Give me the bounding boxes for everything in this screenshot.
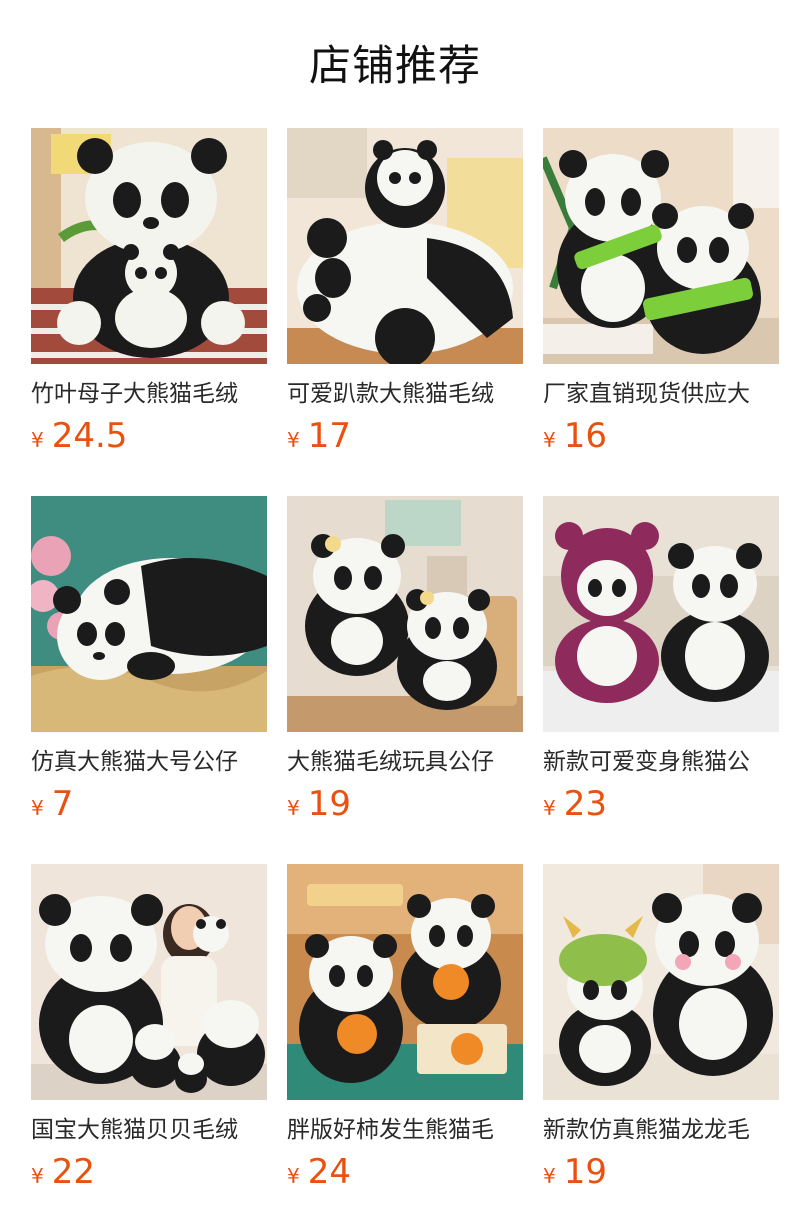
price-amount: 22 — [51, 1152, 95, 1192]
product-name[interactable]: 胖版好柿发生熊猫毛 — [287, 1112, 523, 1148]
product-image[interactable] — [543, 496, 779, 732]
product-image[interactable] — [287, 864, 523, 1100]
product-price: ¥7 — [31, 782, 73, 826]
price-amount: 19 — [563, 1152, 607, 1192]
product-price: ¥19 — [287, 782, 351, 826]
price-amount: 19 — [307, 784, 351, 824]
product-image[interactable] — [543, 128, 779, 364]
product-image[interactable] — [31, 128, 267, 364]
product-name[interactable]: 仿真大熊猫大号公仔 — [31, 744, 267, 780]
panda-in-bear-costume-and-panda-icon — [543, 496, 779, 732]
product-card[interactable]: 胖版好柿发生熊猫毛 ¥24 — [287, 864, 523, 1200]
product-name[interactable]: 竹叶母子大熊猫毛绒 — [31, 376, 267, 412]
product-price: ¥16 — [543, 414, 607, 458]
product-image[interactable] — [287, 496, 523, 732]
product-image[interactable] — [31, 496, 267, 732]
product-price: ¥23 — [543, 782, 607, 826]
price-amount: 24 — [307, 1152, 351, 1192]
product-price: ¥17 — [287, 414, 351, 458]
product-card[interactable]: 可爱趴款大熊猫毛绒 ¥17 — [287, 128, 523, 464]
price-amount: 24.5 — [51, 416, 128, 456]
product-name[interactable]: 国宝大熊猫贝贝毛绒 — [31, 1112, 267, 1148]
lying-panda-on-straw-icon — [31, 496, 267, 732]
product-name[interactable]: 新款仿真熊猫龙龙毛 — [543, 1112, 779, 1148]
price-amount: 16 — [563, 416, 607, 456]
product-image[interactable] — [31, 864, 267, 1100]
currency-symbol: ¥ — [31, 428, 44, 452]
panda-family-with-girl-icon — [31, 864, 267, 1100]
price-amount: 23 — [563, 784, 607, 824]
currency-symbol: ¥ — [287, 1164, 300, 1188]
product-image[interactable] — [287, 128, 523, 364]
currency-symbol: ¥ — [31, 796, 44, 820]
currency-symbol: ¥ — [287, 796, 300, 820]
panda-mother-and-cub-with-bamboo-icon — [31, 128, 267, 364]
product-card[interactable]: 国宝大熊猫贝贝毛绒 ¥22 — [31, 864, 267, 1200]
product-image[interactable] — [543, 864, 779, 1100]
currency-symbol: ¥ — [31, 1164, 44, 1188]
product-price: ¥19 — [543, 1150, 607, 1194]
currency-symbol: ¥ — [543, 1164, 556, 1188]
product-card[interactable]: 仿真大熊猫大号公仔 ¥7 — [31, 496, 267, 832]
product-card[interactable]: 厂家直销现货供应大 ¥16 — [543, 128, 779, 464]
price-amount: 7 — [51, 784, 74, 824]
product-price: ¥24.5 — [31, 414, 127, 458]
currency-symbol: ¥ — [543, 428, 556, 452]
product-price: ¥22 — [31, 1150, 95, 1194]
product-card[interactable]: 大熊猫毛绒玩具公仔 ¥19 — [287, 496, 523, 832]
two-pandas-holding-bamboo-icon — [543, 128, 779, 364]
lying-panda-with-cub-icon — [287, 128, 523, 364]
currency-symbol: ¥ — [543, 796, 556, 820]
product-card[interactable]: 新款仿真熊猫龙龙毛 ¥19 — [543, 864, 779, 1200]
product-price: ¥24 — [287, 1150, 351, 1194]
product-card[interactable]: 竹叶母子大熊猫毛绒 ¥24.5 — [31, 128, 267, 464]
two-pandas-with-flowers-icon — [287, 496, 523, 732]
recommendation-grid: 竹叶母子大熊猫毛绒 ¥24.5 可爱趴款大熊猫毛绒 ¥ 17 厂家直销现货供应大… — [31, 128, 790, 1208]
product-name[interactable]: 可爱趴款大熊猫毛绒 — [287, 376, 523, 412]
price-amount: 17 — [307, 416, 351, 456]
page-title: 店铺推荐 — [308, 41, 481, 90]
pandas-with-persimmons-icon — [287, 864, 523, 1100]
product-name[interactable]: 大熊猫毛绒玩具公仔 — [287, 744, 523, 780]
currency-symbol: ¥ — [287, 428, 300, 452]
product-name[interactable]: 厂家直销现货供应大 — [543, 376, 779, 412]
product-card[interactable]: 新款可爱变身熊猫公 ¥23 — [543, 496, 779, 832]
panda-with-dragon-hat-icon — [543, 864, 779, 1100]
product-name[interactable]: 新款可爱变身熊猫公 — [543, 744, 779, 780]
